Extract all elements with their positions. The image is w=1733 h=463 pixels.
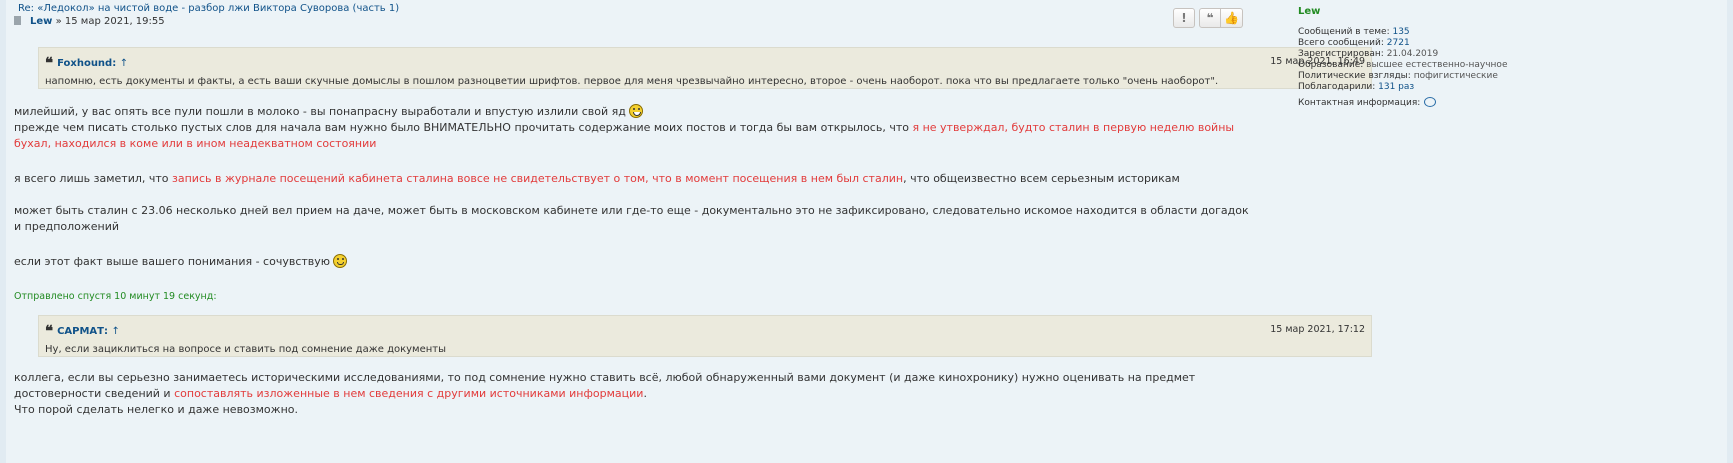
quote-block: ❝ Foxhound: ↑ 15 мар 2021, 16:49 напомню,… <box>38 47 1372 89</box>
profile-value: 21.04.2019 <box>1386 49 1439 59</box>
quote-text: Ну, если зациклиться на вопросе и ставит… <box>45 344 447 355</box>
highlighted-text: сопоставлять изложенные в нем сведения с… <box>174 387 644 400</box>
profile-label: Образование: <box>1298 60 1364 70</box>
profile-label: Контактная информация: <box>1298 98 1421 108</box>
profile-row: Сообщений в теме: 135 <box>1298 27 1528 38</box>
quote-header: ❝ Foxhound: ↑ <box>45 54 128 72</box>
quote-author-link[interactable]: Foxhound <box>57 58 112 69</box>
post-text: я всего лишь заметил, что <box>14 172 173 185</box>
quote-header: ❝ САРМАТ: ↑ <box>45 322 120 340</box>
report-button[interactable]: ! <box>1173 8 1195 28</box>
profile-label: Всего сообщений: <box>1298 38 1384 48</box>
quote-colon: : <box>112 58 120 69</box>
profile-label: Политические взгляды: <box>1298 71 1411 81</box>
quote-date: 15 мар 2021, 17:12 <box>1270 324 1365 335</box>
sent-later-notice: Отправлено спустя 10 минут 19 секунд: <box>14 291 217 302</box>
post-paragraph: если этот факт выше вашего понимания - с… <box>14 254 1259 270</box>
report-icon: ! <box>1181 11 1187 25</box>
post-text: если этот факт выше вашего понимания - с… <box>14 255 331 268</box>
profile-label: Поблагодарили: <box>1298 82 1376 92</box>
quote-source-link[interactable]: ↑ <box>120 58 128 69</box>
post-date: 15 мар 2021, 19:55 <box>64 16 165 27</box>
quote-block: ❝ САРМАТ: ↑ 15 мар 2021, 17:12 Ну, если з… <box>38 315 1372 357</box>
chat-bubble-icon[interactable] <box>1424 97 1437 107</box>
quote-button[interactable]: ❝ <box>1199 8 1221 28</box>
forum-post: Re: «Ледокол» на чистой воде - разбор лж… <box>6 0 1727 463</box>
quote-author-link[interactable]: САРМАТ <box>57 326 104 337</box>
post-text: милейший, у вас опять все пули пошли в м… <box>14 105 626 118</box>
post-buttons: ! ❝ 👍 <box>1173 8 1243 28</box>
profile-row: Образование: высшее естественно-научное <box>1298 60 1528 71</box>
wink-smiley-icon <box>333 254 348 268</box>
profile-row: Всего сообщений: 2721 <box>1298 38 1528 49</box>
post-meta: Lew » 15 мар 2021, 19:55 <box>14 16 165 27</box>
post-paragraph: может быть сталин с 23.06 несколько дней… <box>14 203 1259 235</box>
profile-value-link[interactable]: 2721 <box>1387 38 1410 48</box>
post-file-icon <box>14 16 21 25</box>
grin-smiley-icon <box>628 104 643 118</box>
post-actions: ❝ 👍 <box>1199 8 1243 28</box>
post-text: . <box>643 387 647 400</box>
profile-row: Политические взгляды: пофигистические <box>1298 71 1528 82</box>
highlighted-text: запись в журнале посещений кабинета стал… <box>172 172 904 185</box>
post-paragraph: милейший, у вас опять все пули пошли в м… <box>14 104 1259 152</box>
quote-icon: ❝ <box>1206 11 1214 25</box>
post-paragraph: я всего лишь заметил, что запись в журна… <box>14 171 1259 187</box>
post-text: прежде чем писать столько пустых слов дл… <box>14 121 913 134</box>
profile-username-link[interactable]: Lew <box>1298 6 1528 17</box>
profile-label: Зарегистрирован: <box>1298 49 1384 59</box>
profile-label: Сообщений в теме: <box>1298 27 1390 37</box>
quote-source-link[interactable]: ↑ <box>111 326 119 337</box>
post-title-link[interactable]: Re: «Ледокол» на чистой воде - разбор лж… <box>18 3 399 14</box>
post-text: может быть сталин с 23.06 несколько дней… <box>14 204 1249 233</box>
author-profile: Lew Сообщений в теме: 135 Всего сообщени… <box>1298 6 1528 109</box>
post-text: Что порой сделать нелегко и даже невозмо… <box>14 403 298 416</box>
profile-value: высшее естественно-научное <box>1366 60 1508 70</box>
quote-mark-icon: ❝ <box>45 322 54 340</box>
thumbs-up-icon: 👍 <box>1224 11 1239 25</box>
profile-row: Контактная информация: <box>1298 97 1528 109</box>
profile-value: пофигистические <box>1413 71 1498 81</box>
profile-value-link[interactable]: 135 <box>1392 27 1409 37</box>
profile-row: Зарегистрирован: 21.04.2019 <box>1298 49 1528 60</box>
post-author-link[interactable]: Lew <box>30 16 52 27</box>
quote-text: напомню, есть документы и факты, а есть … <box>45 76 1219 87</box>
profile-row: Поблагодарили: 131 раз <box>1298 82 1528 93</box>
post-text: , что общеизвестно всем серьезным истори… <box>903 172 1180 185</box>
quote-mark-icon: ❝ <box>45 54 54 72</box>
post-line: милейший, у вас опять все пули пошли в м… <box>14 104 1259 120</box>
post-line: Что порой сделать нелегко и даже невозмо… <box>14 402 1259 418</box>
like-button[interactable]: 👍 <box>1221 8 1243 28</box>
post-line: коллега, если вы серьезно занимаетесь ис… <box>14 370 1259 402</box>
date-separator: » <box>52 16 65 27</box>
post-line: прежде чем писать столько пустых слов дл… <box>14 120 1259 152</box>
profile-value-link[interactable]: 131 раз <box>1378 82 1414 92</box>
post-paragraph: коллега, если вы серьезно занимаетесь ис… <box>14 370 1259 418</box>
